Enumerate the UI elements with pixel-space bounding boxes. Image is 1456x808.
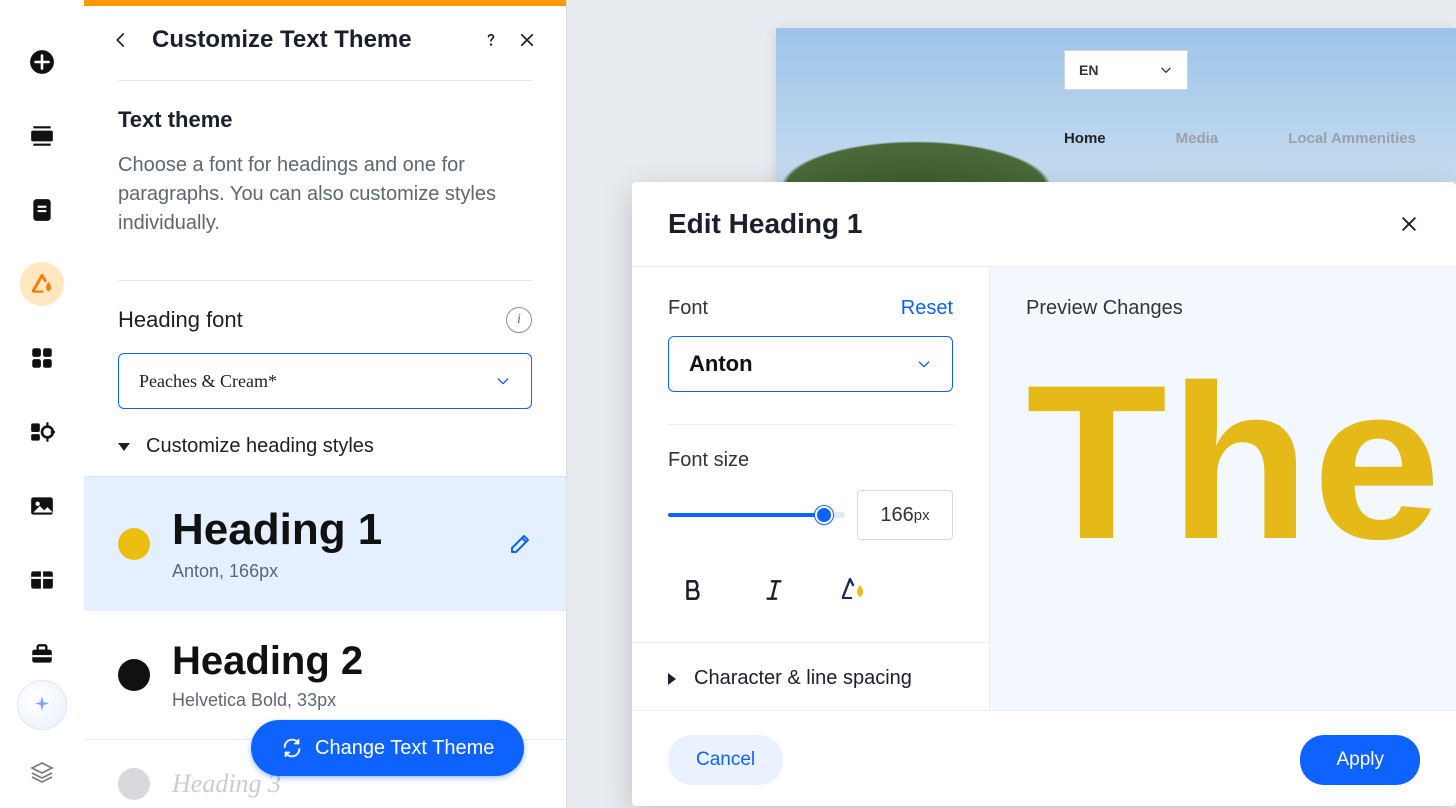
heading-2-meta: Helvetica Bold, 33px: [172, 690, 532, 711]
add-icon[interactable]: [20, 40, 64, 84]
text-color-button[interactable]: [836, 572, 872, 608]
text-theme-description: Choose a font for headings and one for p…: [118, 151, 532, 238]
page-icon[interactable]: [20, 188, 64, 232]
language-select[interactable]: EN: [1064, 50, 1188, 90]
customize-heading-styles-label: Customize heading styles: [146, 435, 374, 458]
heading-font-label: Heading font: [118, 307, 243, 333]
font-value: Anton: [689, 351, 753, 377]
reset-link[interactable]: Reset: [901, 297, 953, 320]
back-icon[interactable]: [112, 31, 130, 49]
site-nav: Home Media Local Ammenities: [1064, 130, 1456, 147]
widgets-icon[interactable]: [20, 410, 64, 454]
triangle-right-icon: [668, 673, 676, 685]
ai-sparkle-icon[interactable]: [17, 680, 67, 730]
site-preview-canvas: EN Home Media Local Ammenities: [776, 28, 1456, 188]
chevron-down-icon: [495, 373, 511, 389]
bold-button[interactable]: [676, 572, 712, 608]
layers-icon[interactable]: [20, 756, 64, 788]
close-icon[interactable]: [516, 29, 538, 51]
color-dot-icon: [118, 768, 150, 800]
heading-2-title: Heading 2: [172, 639, 532, 684]
briefcase-icon[interactable]: [20, 632, 64, 676]
chevron-down-icon: [1159, 63, 1173, 77]
table-icon[interactable]: [20, 558, 64, 602]
color-dot-icon: [118, 659, 150, 691]
info-icon[interactable]: i: [506, 307, 532, 333]
heading-1-title: Heading 1: [172, 505, 486, 555]
left-nav-rail: [0, 0, 84, 808]
language-value: EN: [1079, 62, 1098, 78]
font-label: Font: [668, 297, 708, 320]
edit-heading-modal: Edit Heading 1 Font Reset Anton Font siz…: [632, 182, 1456, 806]
help-icon[interactable]: [480, 29, 502, 51]
customize-text-theme-panel: Customize Text Theme Text theme Choose a…: [84, 0, 567, 808]
preview-changes-label: Preview Changes: [1026, 297, 1420, 320]
panel-title: Customize Text Theme: [152, 26, 466, 54]
color-dot-icon: [118, 528, 150, 560]
change-text-theme-button[interactable]: Change Text Theme: [251, 720, 524, 776]
theme-icon[interactable]: [20, 262, 64, 306]
heading-1-row[interactable]: Heading 1 Anton, 166px: [84, 476, 566, 610]
cancel-button[interactable]: Cancel: [668, 735, 783, 785]
text-theme-section-title: Text theme: [118, 107, 532, 133]
edit-icon[interactable]: [508, 532, 532, 556]
section-icon[interactable]: [20, 114, 64, 158]
close-icon[interactable]: [1398, 213, 1420, 235]
modal-title: Edit Heading 1: [668, 208, 862, 240]
customize-heading-styles-toggle[interactable]: Customize heading styles: [118, 435, 532, 458]
italic-button[interactable]: [756, 572, 792, 608]
nav-amenities[interactable]: Local Ammenities: [1288, 130, 1416, 147]
font-select[interactable]: Anton: [668, 336, 953, 392]
heading-font-value: Peaches & Cream*: [139, 371, 277, 392]
font-size-slider[interactable]: [668, 503, 839, 527]
nav-home[interactable]: Home: [1064, 130, 1106, 147]
change-text-theme-label: Change Text Theme: [315, 737, 494, 760]
apps-icon[interactable]: [20, 336, 64, 380]
image-icon[interactable]: [20, 484, 64, 528]
font-size-value: 166: [880, 504, 913, 527]
heading-1-meta: Anton, 166px: [172, 561, 486, 582]
heading-font-select[interactable]: Peaches & Cream*: [118, 353, 532, 409]
apply-button[interactable]: Apply: [1300, 735, 1420, 785]
preview-sample-text: The: [1026, 360, 1440, 565]
nav-media[interactable]: Media: [1176, 130, 1219, 147]
refresh-icon: [281, 737, 303, 759]
font-size-input[interactable]: 166px: [857, 490, 953, 540]
character-line-spacing-label: Character & line spacing: [694, 667, 912, 690]
chevron-down-icon: [916, 356, 932, 372]
font-size-label: Font size: [668, 449, 953, 472]
triangle-down-icon: [118, 443, 130, 451]
character-line-spacing-toggle[interactable]: Character & line spacing: [632, 642, 989, 690]
font-size-unit: px: [914, 507, 930, 524]
slider-thumb[interactable]: [815, 506, 833, 524]
